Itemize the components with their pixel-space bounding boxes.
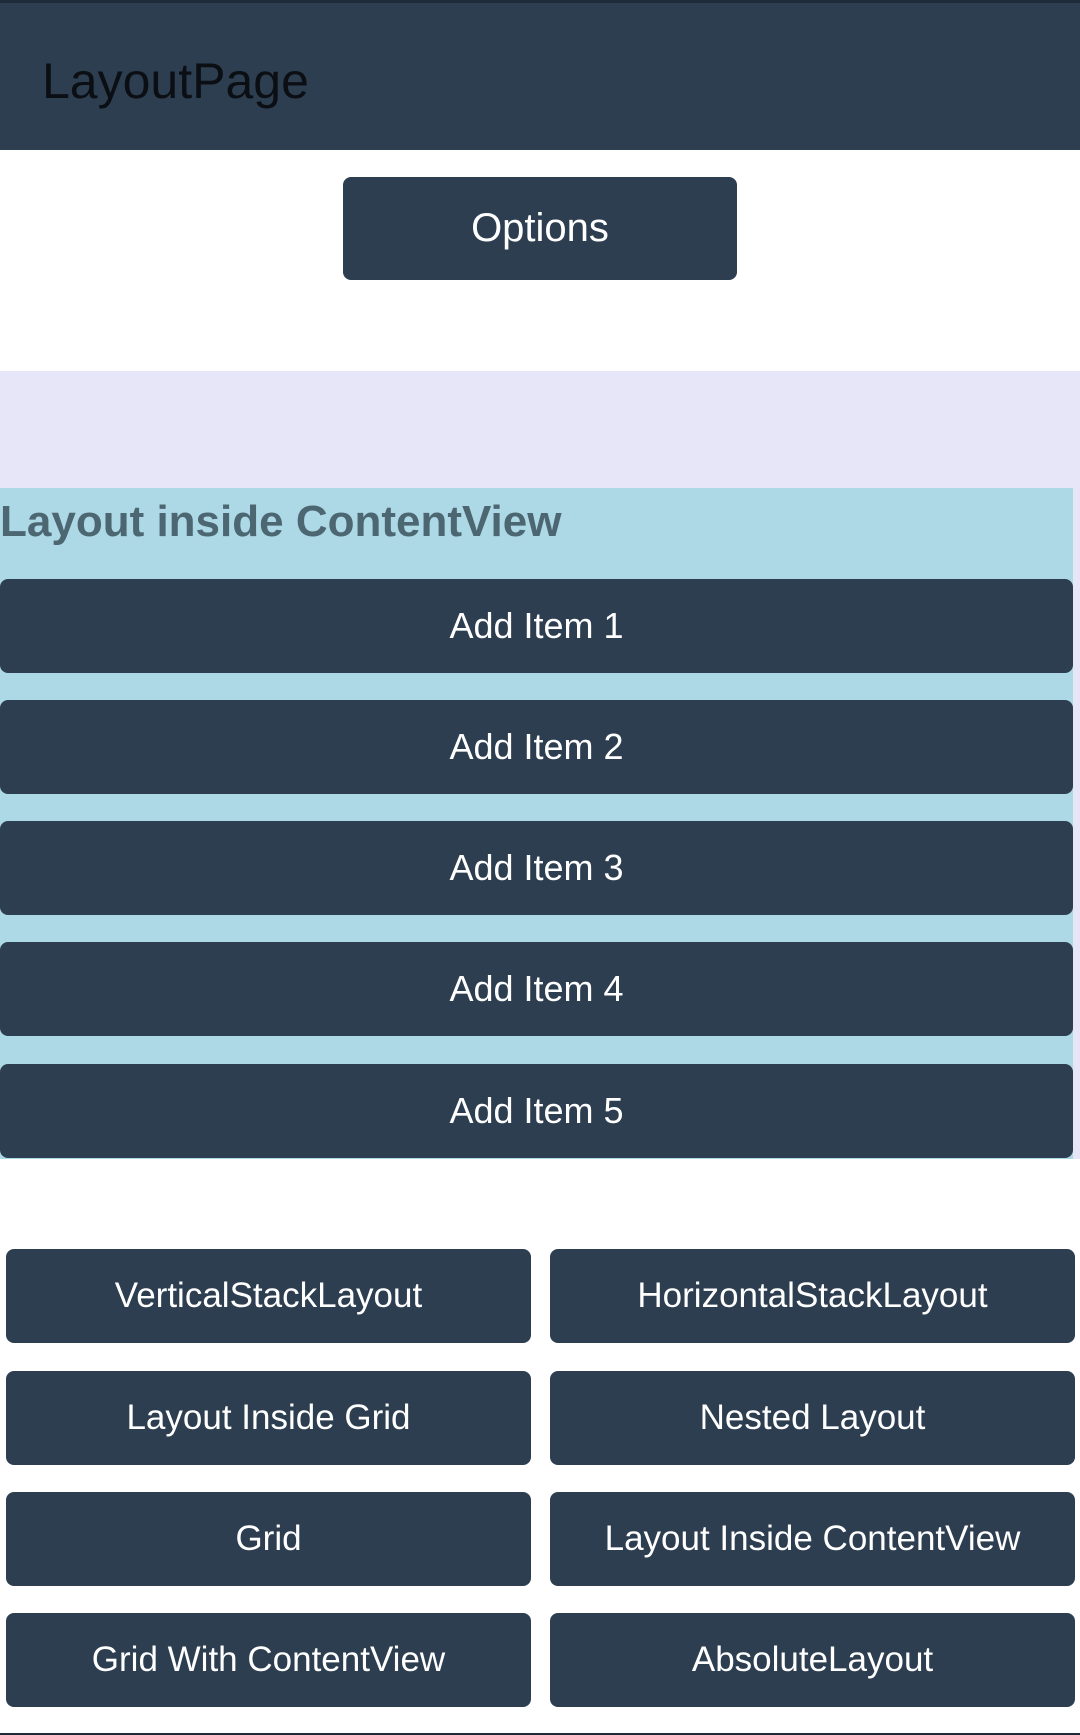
layout-inside-contentview-button[interactable]: Layout Inside ContentView — [550, 1492, 1075, 1586]
add-item-2-button[interactable]: Add Item 2 — [0, 700, 1073, 794]
layout-page: LayoutPage Options Layout inside Content… — [0, 0, 1080, 1735]
grid-with-contentview-button[interactable]: Grid With ContentView — [6, 1613, 531, 1707]
add-item-4-button[interactable]: Add Item 4 — [0, 942, 1073, 1036]
content-view-heading: Layout inside ContentView — [0, 497, 562, 546]
vertical-stack-layout-button[interactable]: VerticalStackLayout — [6, 1249, 531, 1343]
page-title: LayoutPage — [42, 53, 309, 109]
horizontal-stack-layout-button[interactable]: HorizontalStackLayout — [550, 1249, 1075, 1343]
add-item-3-button[interactable]: Add Item 3 — [0, 821, 1073, 915]
grid-button[interactable]: Grid — [6, 1492, 531, 1586]
options-button[interactable]: Options — [343, 177, 737, 280]
nested-layout-button[interactable]: Nested Layout — [550, 1371, 1075, 1465]
app-bar: LayoutPage — [0, 0, 1080, 150]
add-item-1-button[interactable]: Add Item 1 — [0, 579, 1073, 673]
absolute-layout-button[interactable]: AbsoluteLayout — [550, 1613, 1075, 1707]
layout-inside-grid-button[interactable]: Layout Inside Grid — [6, 1371, 531, 1465]
add-item-5-button[interactable]: Add Item 5 — [0, 1064, 1073, 1158]
